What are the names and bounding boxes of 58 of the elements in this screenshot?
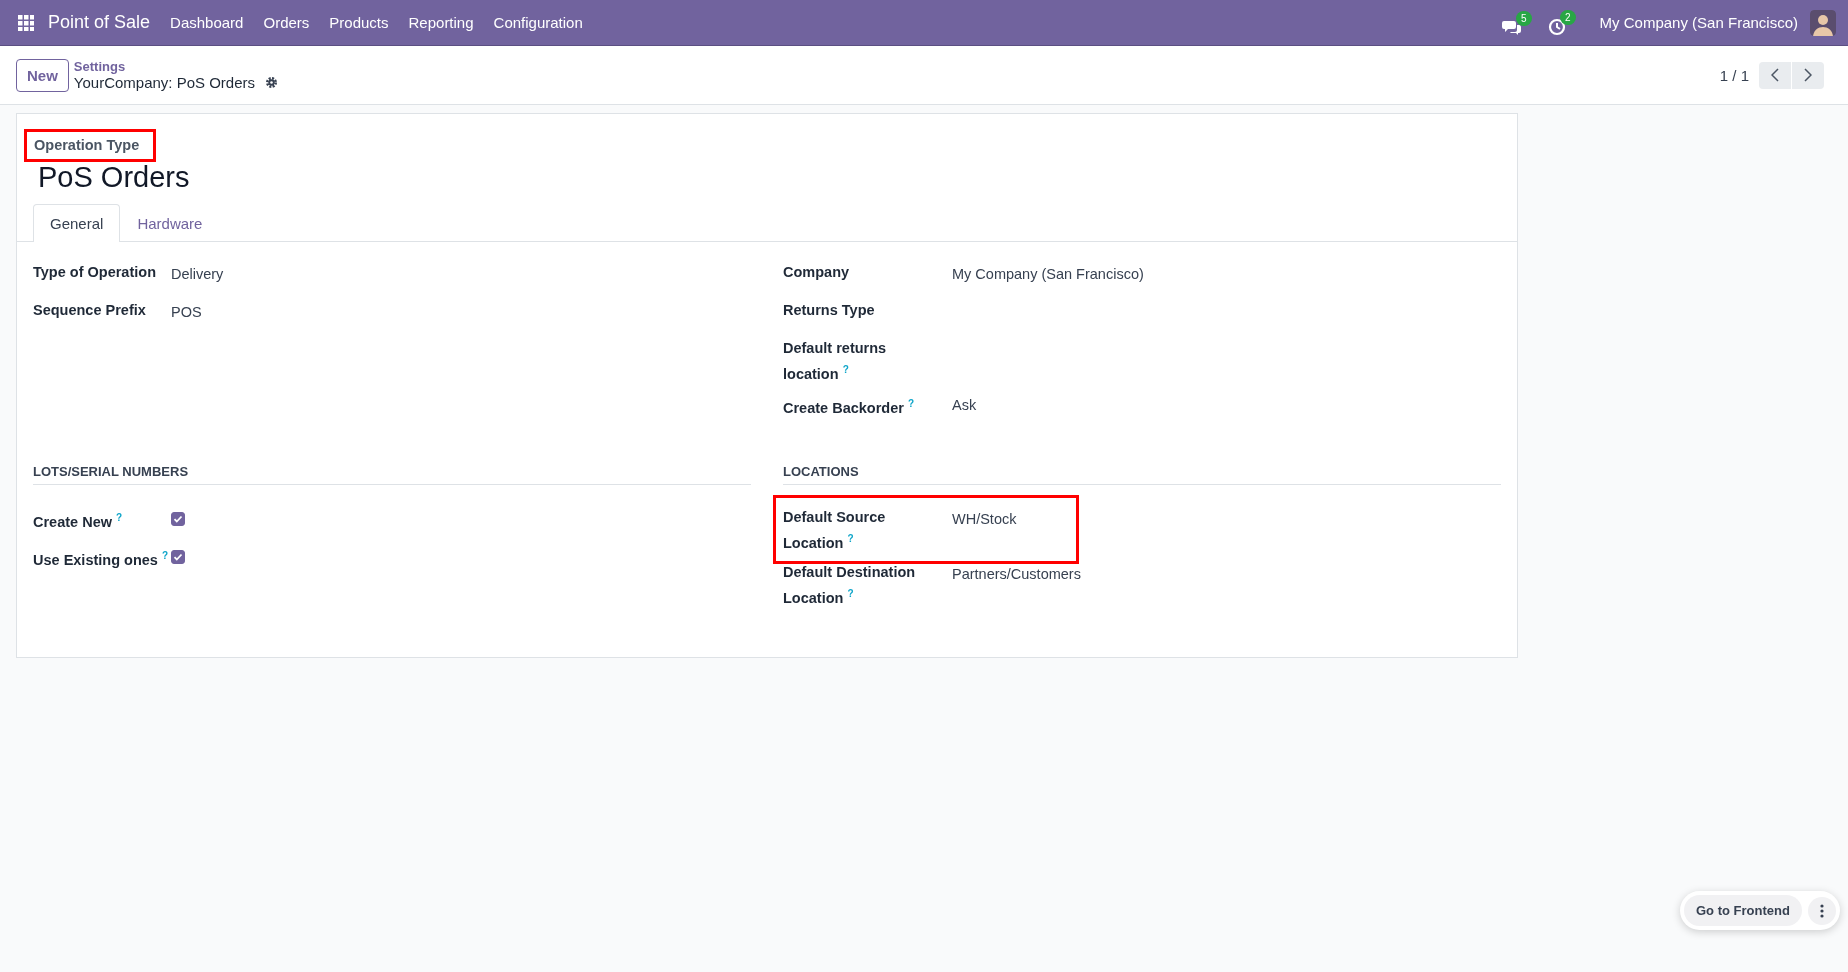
kebab-icon	[1819, 903, 1824, 918]
field-label: Default returns location $^{?}$	[783, 339, 888, 384]
field-label: Sequence Prefix	[33, 301, 146, 320]
help-tooltip[interactable]: ?	[116, 512, 123, 523]
avatar-icon[interactable]	[1810, 9, 1836, 36]
chat-icon	[1501, 18, 1522, 35]
gear-icon[interactable]	[265, 76, 279, 89]
new-button[interactable]: New	[16, 58, 69, 92]
record-title: YourCompany: PoS Orders	[73, 74, 256, 91]
menu-item[interactable]: Reporting	[408, 14, 474, 31]
notification-count: 5	[1516, 10, 1532, 26]
record-name: PoS Orders	[38, 161, 191, 194]
checkbox[interactable]	[171, 550, 185, 564]
field-value: Delivery	[171, 266, 224, 282]
checkbox[interactable]	[171, 512, 185, 526]
go-to-frontend-button[interactable]: Go to Frontend	[1684, 895, 1802, 926]
chevron-left-icon	[1771, 68, 1779, 82]
field-value: Ask	[952, 396, 977, 413]
field-label: Returns Type	[783, 301, 875, 320]
section-heading: LOCATIONS	[783, 464, 1501, 485]
menu-item[interactable]: Configuration	[493, 14, 583, 31]
breadcrumb-link[interactable]: Settings	[73, 59, 279, 74]
help-tooltip[interactable]: ?	[161, 550, 169, 561]
check-icon	[173, 514, 183, 524]
notification-count: 2	[1560, 9, 1576, 25]
tab[interactable]: Hardware	[120, 204, 220, 242]
clock-icon	[1547, 17, 1566, 36]
pager-value: 1 / 1	[1719, 66, 1749, 84]
form-label: Operation Type	[34, 137, 140, 153]
field-label: Create New $^{?}$	[33, 511, 123, 532]
field-label: Use Existing ones $^{?}$	[33, 549, 169, 570]
field-label: Type of Operation	[33, 263, 156, 282]
section-heading: LOTS/SERIAL NUMBERS	[33, 464, 751, 485]
next-button[interactable]	[1792, 61, 1824, 89]
field-label: Default Source Location $^{?}$	[783, 508, 887, 553]
help-tooltip[interactable]: ?	[847, 587, 854, 599]
tab[interactable]: General	[33, 204, 121, 242]
menu-item[interactable]: Orders	[263, 14, 310, 31]
menu-item[interactable]: Products	[329, 14, 389, 31]
field-value: My Company (San Francisco)	[952, 266, 1144, 282]
company-switcher[interactable]: My Company (San Francisco)	[1599, 14, 1798, 31]
previous-button[interactable]	[1759, 61, 1791, 89]
field-label: Company	[783, 263, 850, 282]
field-label: Default Destination Location $^{?}$	[783, 562, 917, 608]
field-value: POS	[171, 304, 202, 320]
help-tooltip[interactable]: ?	[907, 397, 915, 409]
messages-button[interactable]: 5	[1501, 10, 1532, 35]
field-value: Partners/Customers	[952, 565, 1081, 582]
field-value: WH/Stock	[952, 511, 1017, 527]
chevron-right-icon	[1804, 68, 1812, 82]
help-tooltip[interactable]: ?	[842, 364, 849, 375]
menu-item[interactable]: Dashboard	[170, 14, 244, 31]
check-icon	[173, 552, 183, 562]
app-name[interactable]: Point of Sale	[48, 12, 151, 33]
apps-menu-icon[interactable]	[18, 14, 34, 31]
field-label: Create Backorder $^{?}$	[783, 396, 915, 418]
activities-button[interactable]: 2	[1547, 9, 1576, 36]
help-tooltip[interactable]: ?	[847, 533, 854, 544]
